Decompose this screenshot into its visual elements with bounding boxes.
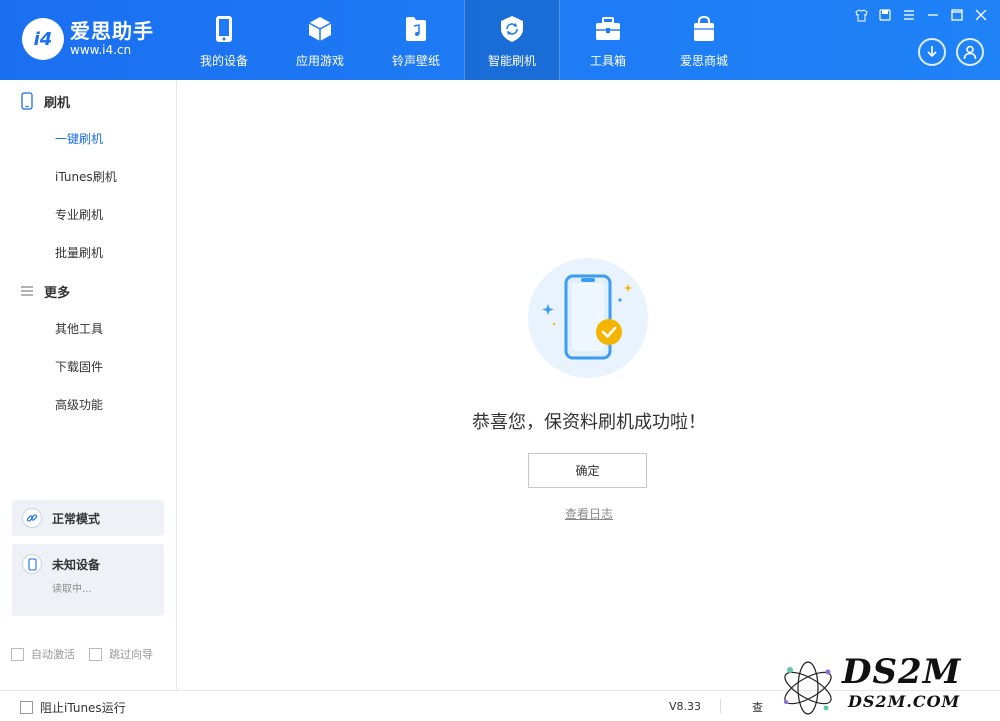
nav-my-device[interactable]: 我的设备	[176, 0, 272, 80]
nav-smart-flash[interactable]: 智能刷机	[464, 0, 560, 80]
app-version: V8.33	[669, 700, 702, 713]
refresh-shield-icon	[497, 14, 527, 44]
device-name: 未知设备	[52, 557, 101, 572]
menu-icon[interactable]	[902, 8, 916, 22]
view-log-link[interactable]: 查看日志	[178, 505, 1000, 522]
block-itunes-checkbox[interactable]: 阻止iTunes运行	[20, 699, 126, 716]
nav-store[interactable]: 爱思商城	[656, 0, 752, 80]
close-icon[interactable]	[974, 8, 988, 22]
nav-label: 智能刷机	[487, 54, 536, 68]
download-icon	[927, 46, 937, 58]
sidebar-section-flash[interactable]: 刷机	[0, 82, 176, 120]
checkbox-label: 跳过向导	[109, 648, 153, 661]
main-nav: 我的设备 应用游戏 铃声壁纸 智能刷机 工具箱 爱思商城	[176, 0, 752, 80]
sidebar-item-itunes-flash[interactable]: iTunes刷机	[0, 158, 176, 196]
header-actions	[918, 38, 984, 66]
toolbox-icon	[593, 14, 623, 44]
link-icon	[22, 508, 42, 528]
user-account-button[interactable]	[956, 38, 984, 66]
shopping-bag-icon	[689, 14, 719, 44]
sidebar-options: 自动激活 跳过向导	[11, 646, 153, 662]
nav-ringtones[interactable]: 铃声壁纸	[368, 0, 464, 80]
main-content: 恭喜您，保资料刷机成功啦！ 确定 查看日志	[178, 80, 1000, 690]
nav-label: 爱思商城	[679, 54, 728, 68]
sidebar: 刷机 一键刷机 iTunes刷机 专业刷机 批量刷机 更多 其他工具 下载固件 …	[0, 80, 177, 690]
phone-icon	[209, 14, 239, 44]
checkbox-box[interactable]	[89, 647, 102, 661]
auto-activate-checkbox[interactable]: 自动激活	[11, 646, 75, 662]
sidebar-item-other-tools[interactable]: 其他工具	[0, 310, 176, 348]
app-logo: i4 爱思助手 www.i4.cn	[22, 18, 154, 60]
confirm-button[interactable]: 确定	[528, 453, 647, 488]
logo-badge-text: i4	[33, 28, 53, 50]
shirt-icon[interactable]	[854, 8, 868, 22]
nav-toolbox[interactable]: 工具箱	[560, 0, 656, 80]
logo-badge: i4	[22, 18, 64, 60]
sidebar-item-advanced[interactable]: 高级功能	[0, 386, 176, 424]
sidebar-item-one-click-flash[interactable]: 一键刷机	[0, 120, 176, 158]
cube-icon	[305, 14, 335, 44]
sidebar-item-batch-flash[interactable]: 批量刷机	[0, 234, 176, 272]
app-url: www.i4.cn	[70, 43, 132, 57]
menu-icon	[18, 285, 36, 297]
nav-label: 我的设备	[199, 54, 248, 68]
device-mode-card[interactable]: 正常模式	[12, 500, 164, 536]
sidebar-section-title: 更多	[44, 285, 71, 301]
maximize-icon[interactable]	[950, 8, 964, 22]
sidebar-item-download-firmware[interactable]: 下载固件	[0, 348, 176, 386]
status-divider	[720, 699, 721, 713]
success-message: 恭喜您，保资料刷机成功啦！	[472, 412, 706, 433]
top-header: i4 爱思助手 www.i4.cn 我的设备 应用游戏 铃声壁纸 智能刷机 工具…	[0, 0, 1000, 80]
device-status: 读取中...	[52, 584, 92, 595]
window-controls	[854, 8, 988, 22]
phone-small-icon	[22, 554, 42, 574]
checkbox-label: 自动激活	[31, 648, 75, 661]
app-name: 爱思助手	[70, 19, 154, 43]
skip-guide-checkbox[interactable]: 跳过向导	[89, 646, 153, 662]
music-file-icon	[401, 14, 431, 44]
success-illustration	[528, 258, 648, 378]
device-info-card[interactable]: 未知设备 读取中...	[12, 544, 164, 616]
user-icon	[963, 45, 977, 60]
sidebar-section-title: 刷机	[44, 95, 71, 111]
device-mode-label: 正常模式	[52, 511, 101, 526]
nav-apps-games[interactable]: 应用游戏	[272, 0, 368, 80]
nav-label: 工具箱	[589, 54, 626, 68]
sidebar-item-pro-flash[interactable]: 专业刷机	[0, 196, 176, 234]
nav-label: 应用游戏	[295, 54, 344, 68]
watermark-text: DS2M	[842, 652, 962, 692]
skin-icon[interactable]	[878, 8, 892, 22]
sidebar-section-more[interactable]: 更多	[0, 272, 176, 310]
watermark-url: DS2M.COM	[848, 692, 961, 711]
status-more-text[interactable]: 查	[752, 699, 763, 715]
watermark-logo: DS2M DS2M.COM	[776, 650, 996, 720]
nav-label: 铃声壁纸	[391, 54, 440, 68]
checkbox-label: 阻止iTunes运行	[40, 701, 126, 715]
download-button[interactable]	[918, 38, 946, 66]
checkbox-box[interactable]	[11, 647, 24, 661]
phone-outline-icon	[18, 92, 36, 110]
minimize-icon[interactable]	[926, 8, 940, 22]
checkbox-box[interactable]	[20, 701, 33, 714]
